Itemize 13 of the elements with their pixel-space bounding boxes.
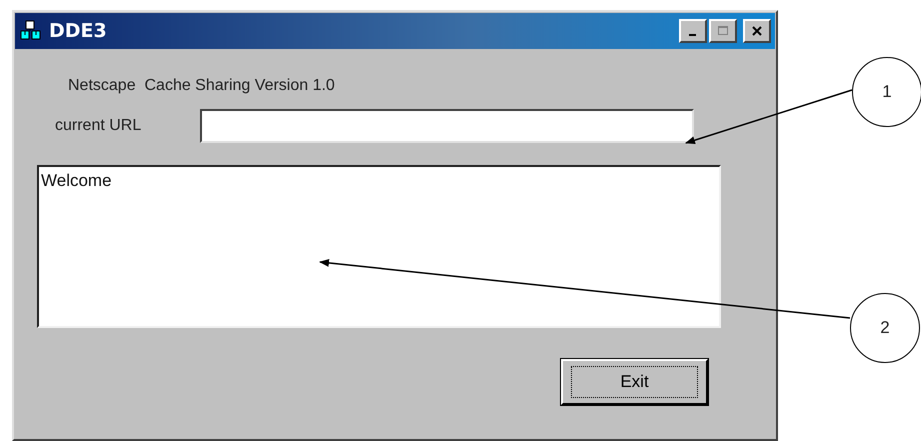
minimize-button[interactable] <box>679 19 707 43</box>
callout-number: 2 <box>850 293 920 363</box>
version-label: Netscape Cache Sharing Version 1.0 <box>68 77 336 95</box>
message-log[interactable]: Welcome <box>37 165 721 328</box>
window-title: DDE3 <box>49 20 108 42</box>
url-input-field[interactable] <box>200 109 694 143</box>
maximize-icon <box>718 26 728 36</box>
minimize-icon <box>688 34 696 36</box>
close-icon <box>752 26 762 36</box>
close-button[interactable] <box>743 19 771 43</box>
exit-button[interactable]: Exit <box>561 359 708 405</box>
callout-number: 1 <box>852 57 921 127</box>
url-label: current URL <box>55 117 142 135</box>
